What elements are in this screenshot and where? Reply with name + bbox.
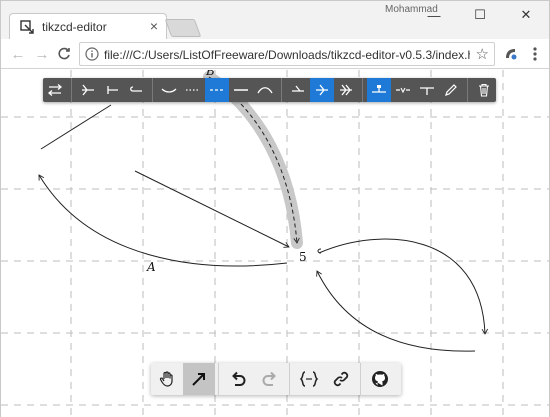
- pan-tool-button[interactable]: [151, 363, 183, 395]
- edit-label-pencil-icon: [445, 84, 457, 96]
- kebab-menu-icon: [533, 47, 537, 61]
- tail-bar-icon: [107, 86, 118, 94]
- pan-hand-icon: [159, 371, 173, 387]
- code-button[interactable]: [293, 363, 325, 395]
- node-label[interactable]: 5: [299, 250, 307, 264]
- arrow-tool-button[interactable]: [183, 363, 215, 395]
- delete-trash-icon: [479, 83, 489, 97]
- redo-button[interactable]: [254, 363, 286, 395]
- tab-title: tikzcd-editor: [42, 20, 107, 34]
- line-dashed-button[interactable]: [205, 78, 229, 102]
- label-inside-icon: [396, 87, 410, 94]
- line-solid-button[interactable]: [229, 78, 253, 102]
- edge-loop-return: [316, 270, 476, 352]
- github-button[interactable]: [364, 363, 396, 395]
- browser-menu-button[interactable]: [524, 43, 546, 65]
- edit-label-button[interactable]: [439, 78, 463, 102]
- undo-button[interactable]: [222, 363, 254, 395]
- minimize-button[interactable]: —: [411, 1, 457, 29]
- edge-short-straight: [40, 104, 112, 150]
- address-bar[interactable]: file:///C:/Users/ListOfFreeware/Download…: [79, 42, 495, 66]
- head-arrow-button[interactable]: [310, 78, 334, 102]
- close-window-button[interactable]: ✕: [503, 1, 549, 29]
- tikzcd-favicon-icon: [20, 20, 34, 34]
- head-arrow-icon: [316, 84, 328, 96]
- tail-hook-icon: [130, 86, 142, 92]
- toolbar-divider: [71, 78, 72, 102]
- info-icon[interactable]: [85, 47, 99, 61]
- toolbar-divider: [289, 363, 290, 395]
- reverse-arrow-button[interactable]: [43, 78, 67, 102]
- tail-arrow-button[interactable]: [76, 78, 100, 102]
- browser-window: tikzcd-editor × Mohammad — ☐ ✕ ← → file:…: [0, 0, 550, 417]
- head-double-arrow-button[interactable]: [334, 78, 358, 102]
- redo-icon: [262, 371, 276, 386]
- head-harpoon-icon: [292, 85, 304, 92]
- toolbar-divider: [362, 78, 363, 102]
- toolbar-divider: [152, 78, 153, 102]
- forward-button[interactable]: →: [31, 43, 53, 65]
- line-solid-curved-button[interactable]: [157, 78, 181, 102]
- github-icon: [372, 371, 388, 387]
- label-right-icon: [420, 87, 434, 95]
- maximize-button[interactable]: ☐: [457, 1, 503, 29]
- bookmark-star-icon[interactable]: ☆: [476, 45, 489, 63]
- tab-tikzcd-editor[interactable]: tikzcd-editor ×: [9, 13, 167, 39]
- toolbar-divider: [360, 363, 361, 395]
- toolbar-divider: [218, 363, 219, 395]
- tail-hook-button[interactable]: [124, 78, 148, 102]
- delete-button[interactable]: [472, 78, 496, 102]
- line-dotted-button[interactable]: [181, 78, 205, 102]
- arrow-tool-icon: [192, 373, 205, 386]
- extension-icon: [506, 49, 517, 60]
- bend-icon: [257, 87, 273, 94]
- tab-close-icon[interactable]: ×: [150, 18, 158, 34]
- reload-icon: [58, 47, 70, 60]
- edge-label-a[interactable]: A: [147, 260, 156, 274]
- line-solid-curved-icon: [161, 88, 177, 93]
- reload-button[interactable]: [53, 43, 75, 65]
- reverse-arrow-icon: [47, 84, 63, 96]
- back-button[interactable]: ←: [7, 43, 29, 65]
- head-harpoon-button[interactable]: [286, 78, 310, 102]
- tail-arrow-icon: [82, 84, 94, 96]
- undo-icon: [232, 371, 246, 386]
- line-solid-icon: [234, 89, 248, 91]
- copy-link-button[interactable]: [325, 363, 357, 395]
- line-dashed-icon: [210, 89, 224, 91]
- new-tab-button[interactable]: [164, 19, 202, 37]
- extension-button[interactable]: [500, 43, 522, 65]
- toolbar-divider: [467, 78, 468, 102]
- toolbar-divider: [281, 78, 282, 102]
- copy-link-icon: [333, 371, 349, 387]
- label-right-button[interactable]: [415, 78, 439, 102]
- edge-properties-toolbar: [43, 78, 496, 102]
- tail-bar-button[interactable]: [100, 78, 124, 102]
- edge-loop-right: [318, 238, 488, 335]
- bend-button[interactable]: [253, 78, 277, 102]
- title-bar: tikzcd-editor × Mohammad — ☐ ✕: [1, 1, 549, 39]
- code-braces-icon: [299, 371, 319, 387]
- line-dotted-icon: [186, 89, 200, 91]
- label-left-icon: [372, 85, 386, 93]
- edge-label-b[interactable]: B: [206, 70, 215, 78]
- edge-straight-to-5: [134, 170, 290, 248]
- label-left-button[interactable]: [367, 78, 391, 102]
- main-toolbar: [151, 363, 401, 395]
- label-inside-button[interactable]: [391, 78, 415, 102]
- url-text[interactable]: file:///C:/Users/ListOfFreeware/Download…: [104, 48, 470, 62]
- browser-toolbar: ← → file:///C:/Users/ListOfFreeware/Down…: [1, 39, 549, 69]
- head-double-arrow-icon: [340, 84, 352, 96]
